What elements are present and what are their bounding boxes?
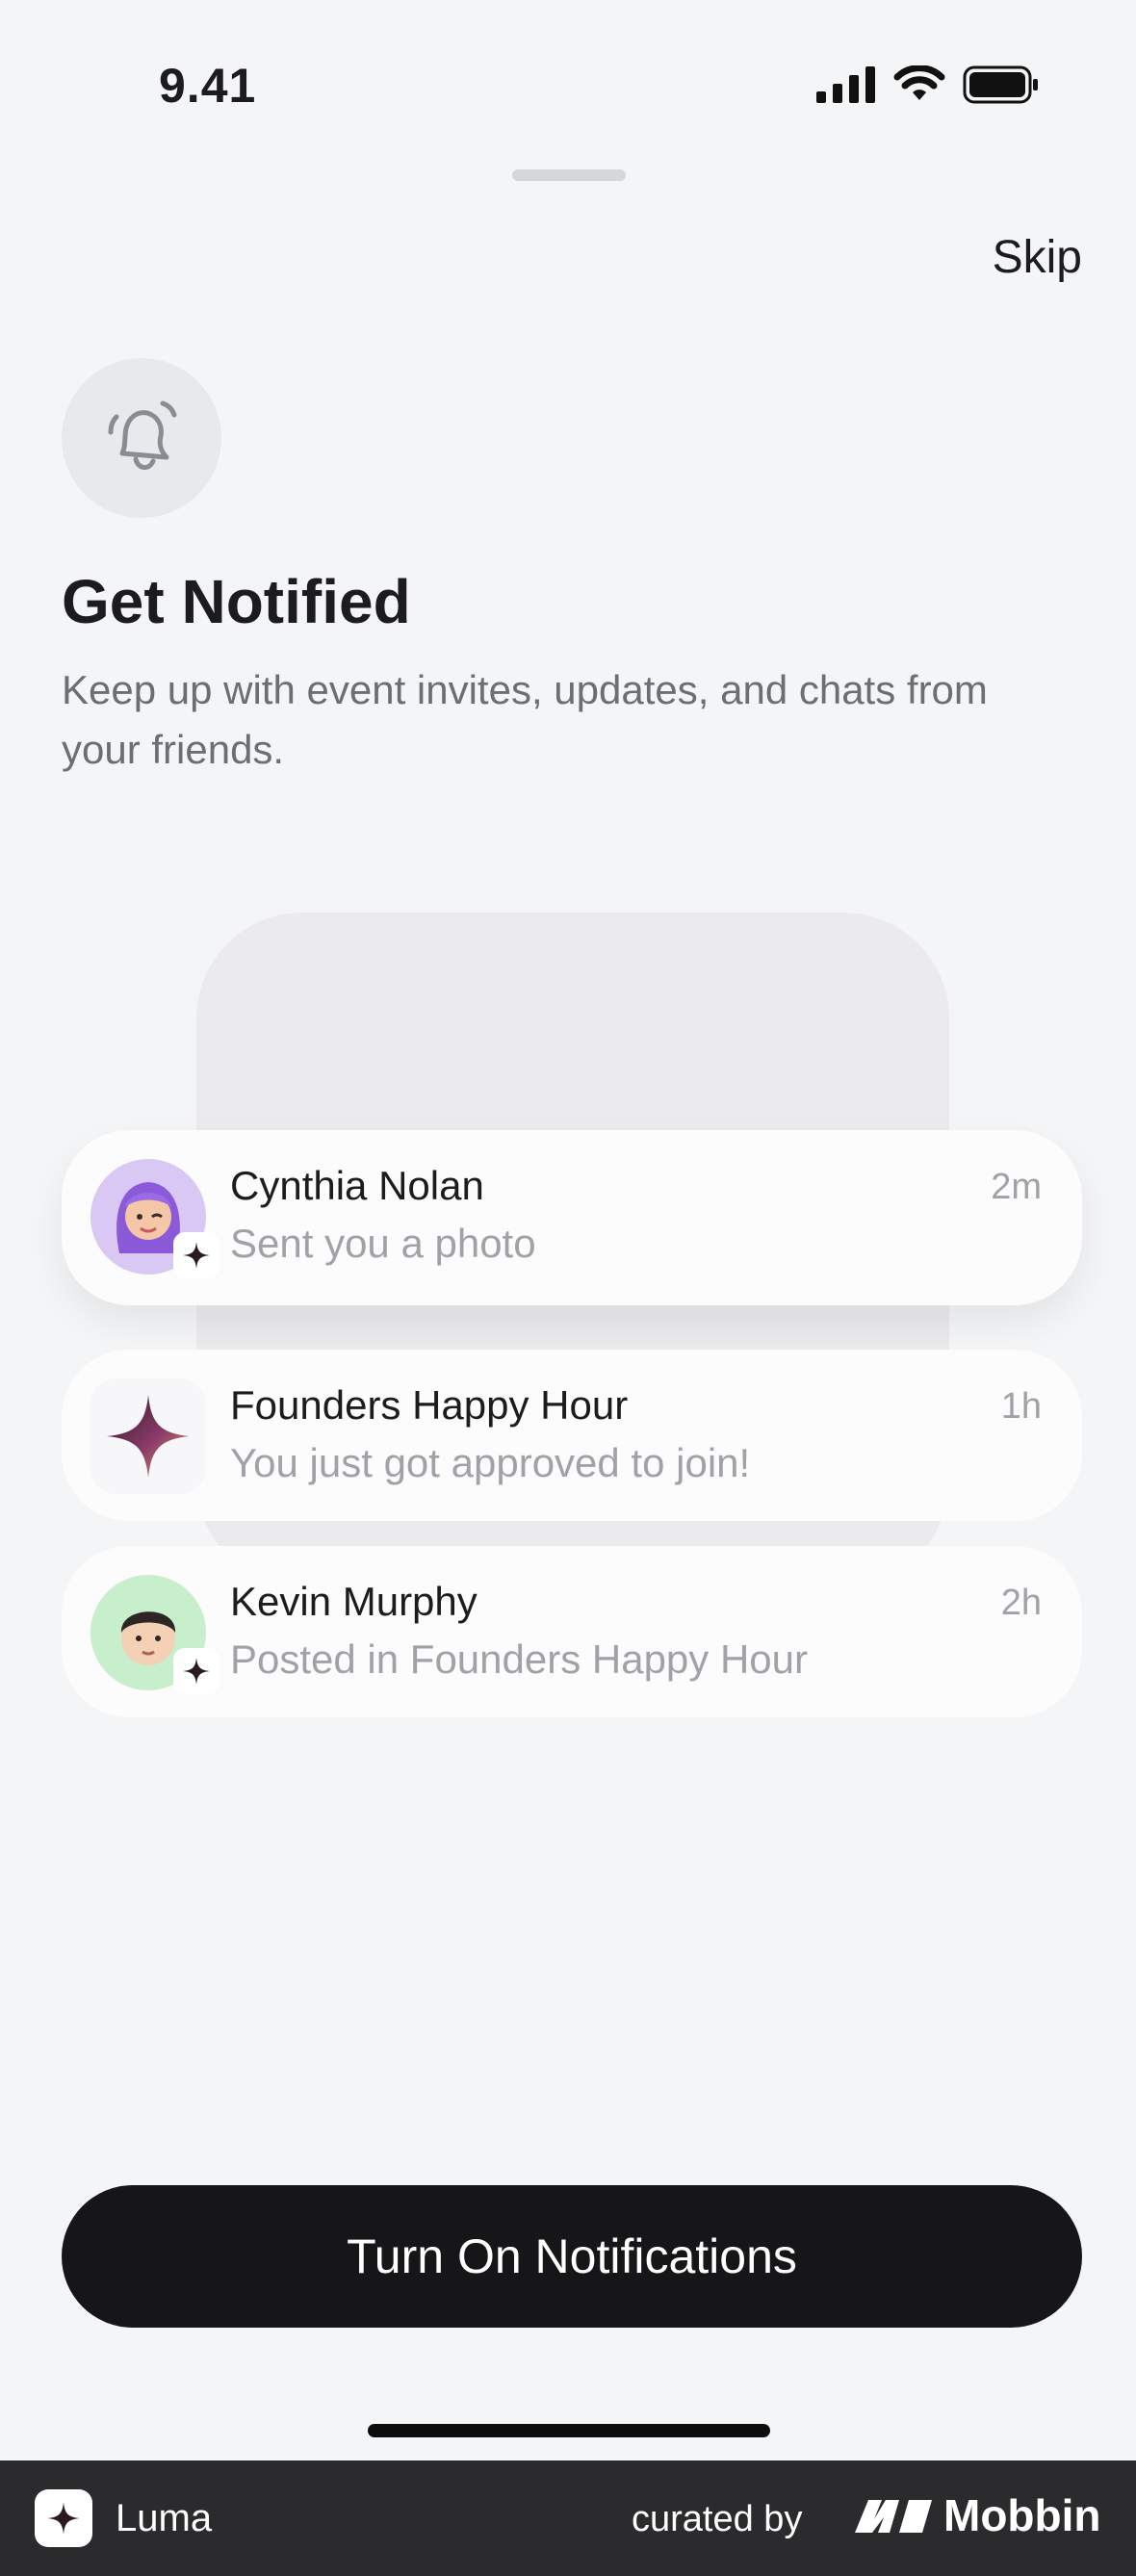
notification-time: 2h <box>1000 1583 1042 1623</box>
mobbin-logo-icon <box>855 2500 932 2533</box>
notification-body: Sent you a photo <box>230 1221 536 1266</box>
sparkle-icon <box>183 1658 210 1685</box>
notification-title: Cynthia Nolan <box>230 1163 484 1208</box>
footer-app-name: Luma <box>116 2497 213 2539</box>
notification-title: Kevin Murphy <box>230 1579 478 1624</box>
notification-card: Kevin Murphy Posted in Founders Happy Ho… <box>62 1546 1082 1717</box>
sparkle-icon <box>47 2502 80 2535</box>
sparkle-icon <box>183 1242 210 1269</box>
footer-curated-by: curated by <box>632 2499 803 2539</box>
notification-body: Posted in Founders Happy Hour <box>230 1636 808 1682</box>
bell-badge <box>62 358 221 518</box>
footer-brand-name: Mobbin <box>943 2490 1101 2540</box>
bell-icon <box>108 400 177 470</box>
page-subtitle: Keep up with event invites, updates, and… <box>62 667 988 772</box>
notification-card: Cynthia Nolan Sent you a photo 2m <box>62 1130 1082 1305</box>
wifi-icon <box>893 65 945 100</box>
turn-on-notifications-button[interactable]: Turn On Notifications <box>62 2185 1082 2328</box>
app-badge <box>173 1232 219 1278</box>
onboarding-screen: 9.41 Skip Get Notified Keep up with even… <box>0 0 1136 2460</box>
event-avatar <box>90 1378 206 1494</box>
status-icons <box>816 65 1040 104</box>
notification-time: 2m <box>991 1167 1042 1207</box>
status-time: 9.41 <box>159 59 257 113</box>
home-indicator <box>368 2424 770 2437</box>
page-title: Get Notified <box>62 567 411 636</box>
luma-logo <box>35 2489 92 2547</box>
sparkle-icon <box>107 1395 190 1478</box>
notification-body: You just got approved to join! <box>230 1440 751 1485</box>
footer-bar: Luma curated by Mobbin <box>0 2460 1136 2576</box>
signal-icon <box>816 66 875 103</box>
app-badge <box>173 1648 219 1694</box>
mobbin-brand: Mobbin <box>853 2489 1101 2541</box>
skip-button[interactable]: Skip <box>993 231 1082 284</box>
notification-card: Founders Happy Hour You just got approve… <box>62 1350 1082 1521</box>
sheet-grabber[interactable] <box>512 169 626 181</box>
battery-icon <box>963 65 1038 104</box>
notification-title: Founders Happy Hour <box>230 1382 629 1428</box>
notification-time: 1h <box>1000 1386 1042 1427</box>
